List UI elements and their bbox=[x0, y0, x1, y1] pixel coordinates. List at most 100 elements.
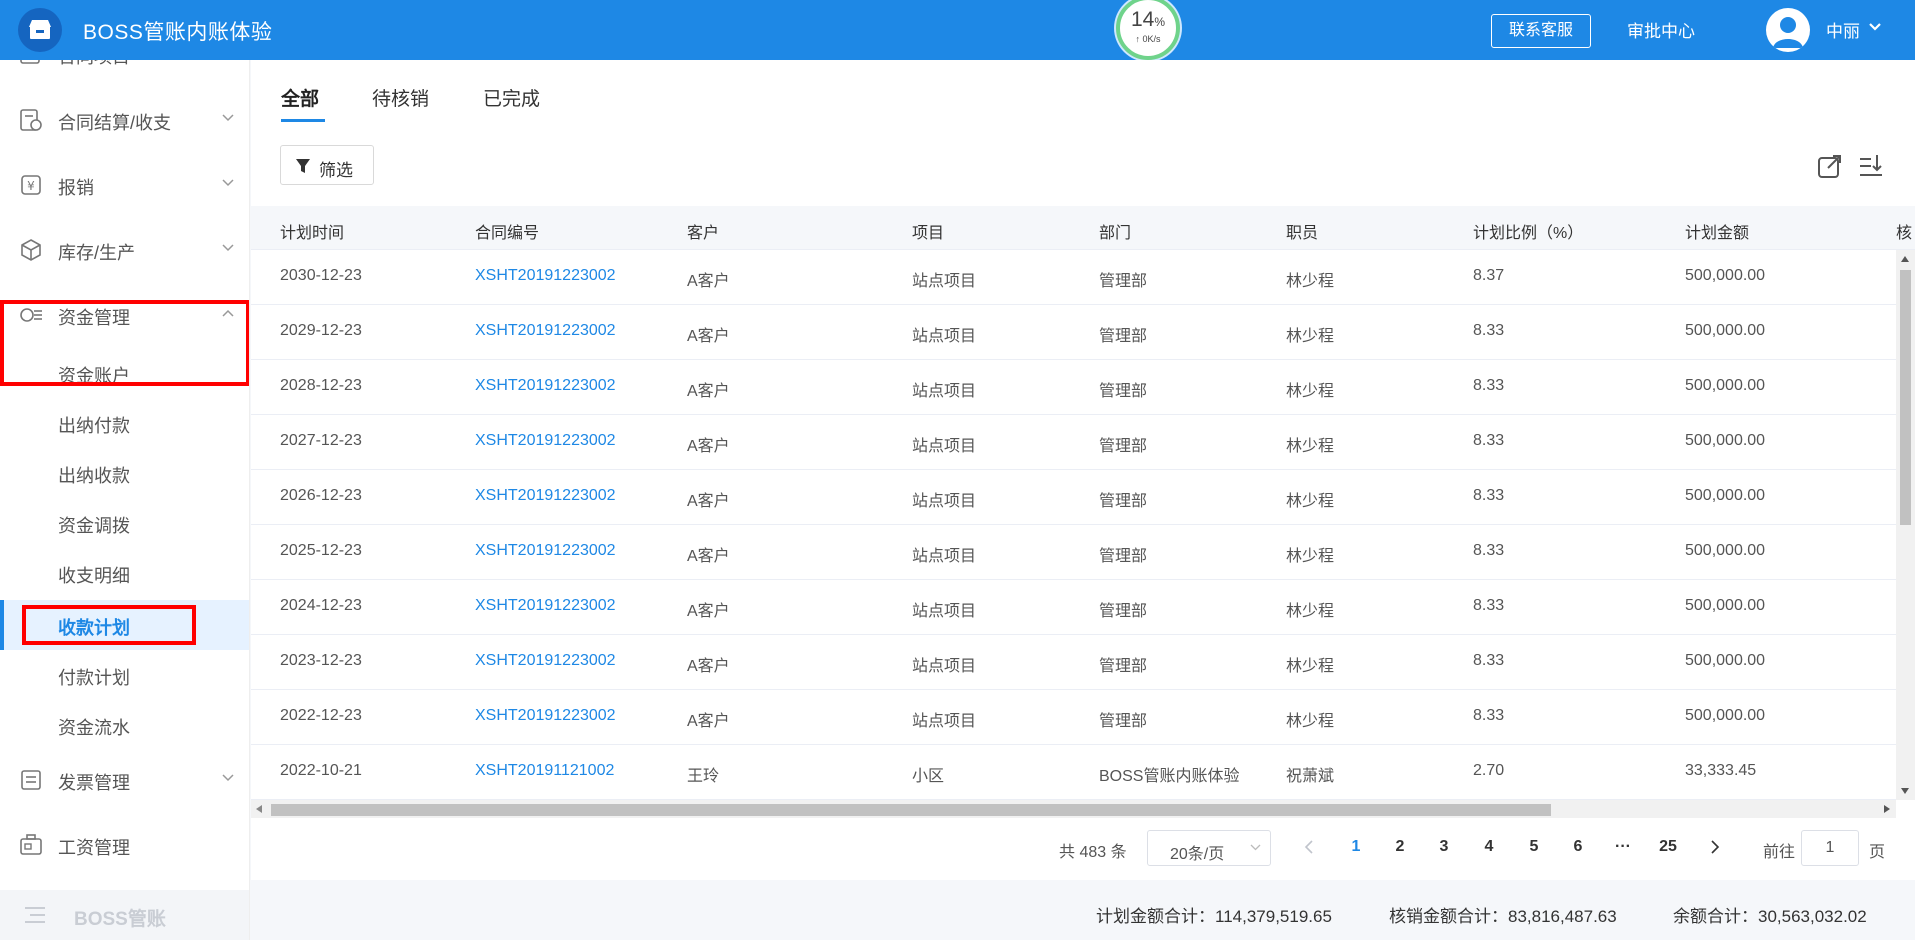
table-row[interactable]: 2025-12-23 XSHT20191223002 A客户 站点项目 管理部 林少程 8.… bbox=[251, 525, 1896, 580]
app-logo[interactable] bbox=[18, 8, 62, 52]
cell-contract-no[interactable]: XSHT20191223002 bbox=[475, 487, 616, 505]
sidebar-footer[interactable]: BOSS管账 bbox=[0, 890, 249, 940]
page-6[interactable]: 6 bbox=[1566, 838, 1590, 856]
filter-button[interactable]: 筛选 bbox=[280, 145, 374, 185]
approval-center-link[interactable]: 审批中心 bbox=[1627, 17, 1695, 42]
chevron-down-icon bbox=[222, 179, 234, 187]
sidebar-item-label: 库存/生产 bbox=[58, 243, 136, 263]
goto-page-input[interactable] bbox=[1801, 830, 1859, 866]
cell-department: 管理部 bbox=[1099, 713, 1148, 730]
table-row[interactable]: 2022-10-21 XSHT20191121002 王玲 小区 BOSS管账内账体验 祝… bbox=[251, 745, 1896, 800]
prev-page-icon[interactable] bbox=[1304, 840, 1314, 854]
column-header-plan-ratio[interactable]: 计划比例（%） bbox=[1473, 219, 1583, 243]
sidebar-item-label: 工资管理 bbox=[58, 838, 130, 858]
cell-staff: 祝萧斌 bbox=[1286, 768, 1335, 785]
cell-plan-amount: 500,000.00 bbox=[1685, 377, 1766, 394]
cell-staff: 林少程 bbox=[1286, 603, 1335, 620]
page-1[interactable]: 1 bbox=[1344, 838, 1368, 856]
contract-settle-icon bbox=[20, 109, 42, 131]
cell-staff: 林少程 bbox=[1286, 438, 1335, 455]
table-row[interactable]: 2027-12-23 XSHT20191223002 A客户 站点项目 管理部 林少程 8.… bbox=[251, 415, 1896, 470]
cell-contract-no[interactable]: XSHT20191223002 bbox=[475, 267, 616, 285]
table-row[interactable]: 2026-12-23 XSHT20191223002 A客户 站点项目 管理部 林少程 8.… bbox=[251, 470, 1896, 525]
sidebar-subitem-cashier-receipt[interactable]: 出纳收款 bbox=[0, 448, 249, 498]
table-row[interactable]: 2030-12-23 XSHT20191223002 A客户 站点项目 管理部 林少程 8.… bbox=[251, 250, 1896, 305]
cell-contract-no[interactable]: XSHT20191223002 bbox=[475, 377, 616, 395]
column-header-customer[interactable]: 客户 bbox=[687, 219, 719, 243]
cell-project: 站点项目 bbox=[912, 383, 977, 400]
tab-completed[interactable]: 已完成 bbox=[483, 84, 540, 111]
contact-support-button[interactable]: 联系客服 bbox=[1491, 14, 1591, 48]
active-indicator bbox=[0, 600, 4, 650]
vertical-scroll-thumb[interactable] bbox=[1900, 270, 1911, 525]
column-header-plan-date[interactable]: 计划时间 bbox=[280, 219, 344, 243]
page-3[interactable]: 3 bbox=[1432, 838, 1456, 856]
column-header-department[interactable]: 部门 bbox=[1099, 219, 1131, 243]
column-header-plan-amount[interactable]: 计划金额 bbox=[1685, 219, 1749, 243]
vertical-scrollbar[interactable] bbox=[1896, 250, 1915, 800]
sidebar-item-label: 合同结算/收支 bbox=[58, 113, 172, 133]
cell-contract-no[interactable]: XSHT20191223002 bbox=[475, 322, 616, 340]
chevron-down-icon[interactable] bbox=[1868, 22, 1882, 32]
cell-project: 站点项目 bbox=[912, 438, 977, 455]
username[interactable]: 中丽 bbox=[1826, 17, 1860, 42]
avatar[interactable] bbox=[1766, 8, 1810, 52]
sidebar-subitem-fund-flow[interactable]: 资金流水 bbox=[0, 700, 249, 750]
network-speed-widget[interactable]: 14% ↑ 0K/s bbox=[1116, 0, 1180, 60]
scroll-left-arrow[interactable] bbox=[256, 805, 262, 813]
table-row[interactable]: 2028-12-23 XSHT20191223002 A客户 站点项目 管理部 林少程 8.… bbox=[251, 360, 1896, 415]
scroll-down-arrow[interactable] bbox=[1901, 788, 1909, 794]
column-header-staff[interactable]: 职员 bbox=[1286, 219, 1318, 243]
horizontal-scroll-thumb[interactable] bbox=[271, 804, 1551, 816]
menu-collapse-icon bbox=[25, 907, 45, 923]
next-page-icon[interactable] bbox=[1710, 840, 1720, 854]
sidebar-subitem-income-expense-detail[interactable]: 收支明细 bbox=[0, 548, 249, 598]
tab-all[interactable]: 全部 bbox=[281, 84, 319, 111]
sidebar-subitem-cashier-payment[interactable]: 出纳付款 bbox=[0, 398, 249, 448]
cell-department: 管理部 bbox=[1099, 328, 1148, 345]
page-5[interactable]: 5 bbox=[1522, 838, 1546, 856]
export-icon[interactable] bbox=[1816, 152, 1844, 180]
scroll-up-arrow[interactable] bbox=[1901, 256, 1909, 262]
table-row[interactable]: 2023-12-23 XSHT20191223002 A客户 站点项目 管理部 林少程 8.… bbox=[251, 635, 1896, 690]
table-row[interactable]: 2022-12-23 XSHT20191223002 A客户 站点项目 管理部 林少程 8.… bbox=[251, 690, 1896, 745]
cell-customer: A客户 bbox=[687, 493, 730, 510]
cell-contract-no[interactable]: XSHT20191223002 bbox=[475, 542, 616, 560]
table-row[interactable]: 2029-12-23 XSHT20191223002 A客户 站点项目 管理部 林少程 8.… bbox=[251, 305, 1896, 360]
invoice-icon bbox=[21, 770, 41, 790]
cell-project: 站点项目 bbox=[912, 273, 977, 290]
sidebar-subitem-label: 出纳付款 bbox=[58, 416, 130, 436]
sort-download-icon[interactable] bbox=[1857, 152, 1885, 180]
page-4[interactable]: 4 bbox=[1477, 838, 1501, 856]
sidebar-subitem-fund-transfer[interactable]: 资金调拨 bbox=[0, 498, 249, 548]
page-size-select[interactable]: 20条/页 bbox=[1147, 830, 1271, 866]
sidebar-item-contract-settlement[interactable]: 合同结算/收支 bbox=[0, 100, 249, 140]
sidebar-item-reimburse[interactable]: ¥ 报销 bbox=[0, 165, 249, 205]
store-icon bbox=[29, 20, 51, 39]
table-row[interactable]: 2024-12-23 XSHT20191223002 A客户 站点项目 管理部 林少程 8.… bbox=[251, 580, 1896, 635]
planned-amount-total: 计划金额合计：114,379,519.65 bbox=[1096, 907, 1332, 926]
cell-plan-amount: 500,000.00 bbox=[1685, 322, 1766, 339]
tab-pending-verification[interactable]: 待核销 bbox=[372, 84, 429, 111]
page-25[interactable]: 25 bbox=[1656, 838, 1680, 856]
cell-contract-no[interactable]: XSHT20191223002 bbox=[475, 432, 616, 450]
column-header-project[interactable]: 项目 bbox=[912, 219, 944, 243]
column-header-contract-no[interactable]: 合同编号 bbox=[475, 219, 539, 243]
cell-contract-no[interactable]: XSHT20191223002 bbox=[475, 597, 616, 615]
column-header-verification-partial[interactable]: 核 bbox=[1896, 219, 1912, 243]
cell-plan-date: 2026-12-23 bbox=[280, 487, 362, 504]
page-2[interactable]: 2 bbox=[1388, 838, 1412, 856]
cell-department: 管理部 bbox=[1099, 493, 1148, 510]
cell-contract-no[interactable]: XSHT20191121002 bbox=[475, 762, 614, 780]
horizontal-scrollbar[interactable] bbox=[251, 800, 1896, 818]
cell-plan-amount: 500,000.00 bbox=[1685, 542, 1766, 559]
page-ellipsis[interactable]: ··· bbox=[1611, 838, 1635, 856]
cell-contract-no[interactable]: XSHT20191223002 bbox=[475, 707, 616, 725]
sidebar-item-invoice[interactable]: 发票管理 bbox=[0, 760, 249, 800]
sidebar-subitem-payment-plan[interactable]: 付款计划 bbox=[0, 650, 249, 700]
scroll-right-arrow[interactable] bbox=[1884, 805, 1890, 813]
sidebar-item-contract-project[interactable]: 合同项目 bbox=[0, 60, 249, 74]
cell-contract-no[interactable]: XSHT20191223002 bbox=[475, 652, 616, 670]
sidebar-item-inventory[interactable]: 库存/生产 bbox=[0, 230, 249, 270]
sidebar-item-salary[interactable]: 工资管理 bbox=[0, 825, 249, 865]
